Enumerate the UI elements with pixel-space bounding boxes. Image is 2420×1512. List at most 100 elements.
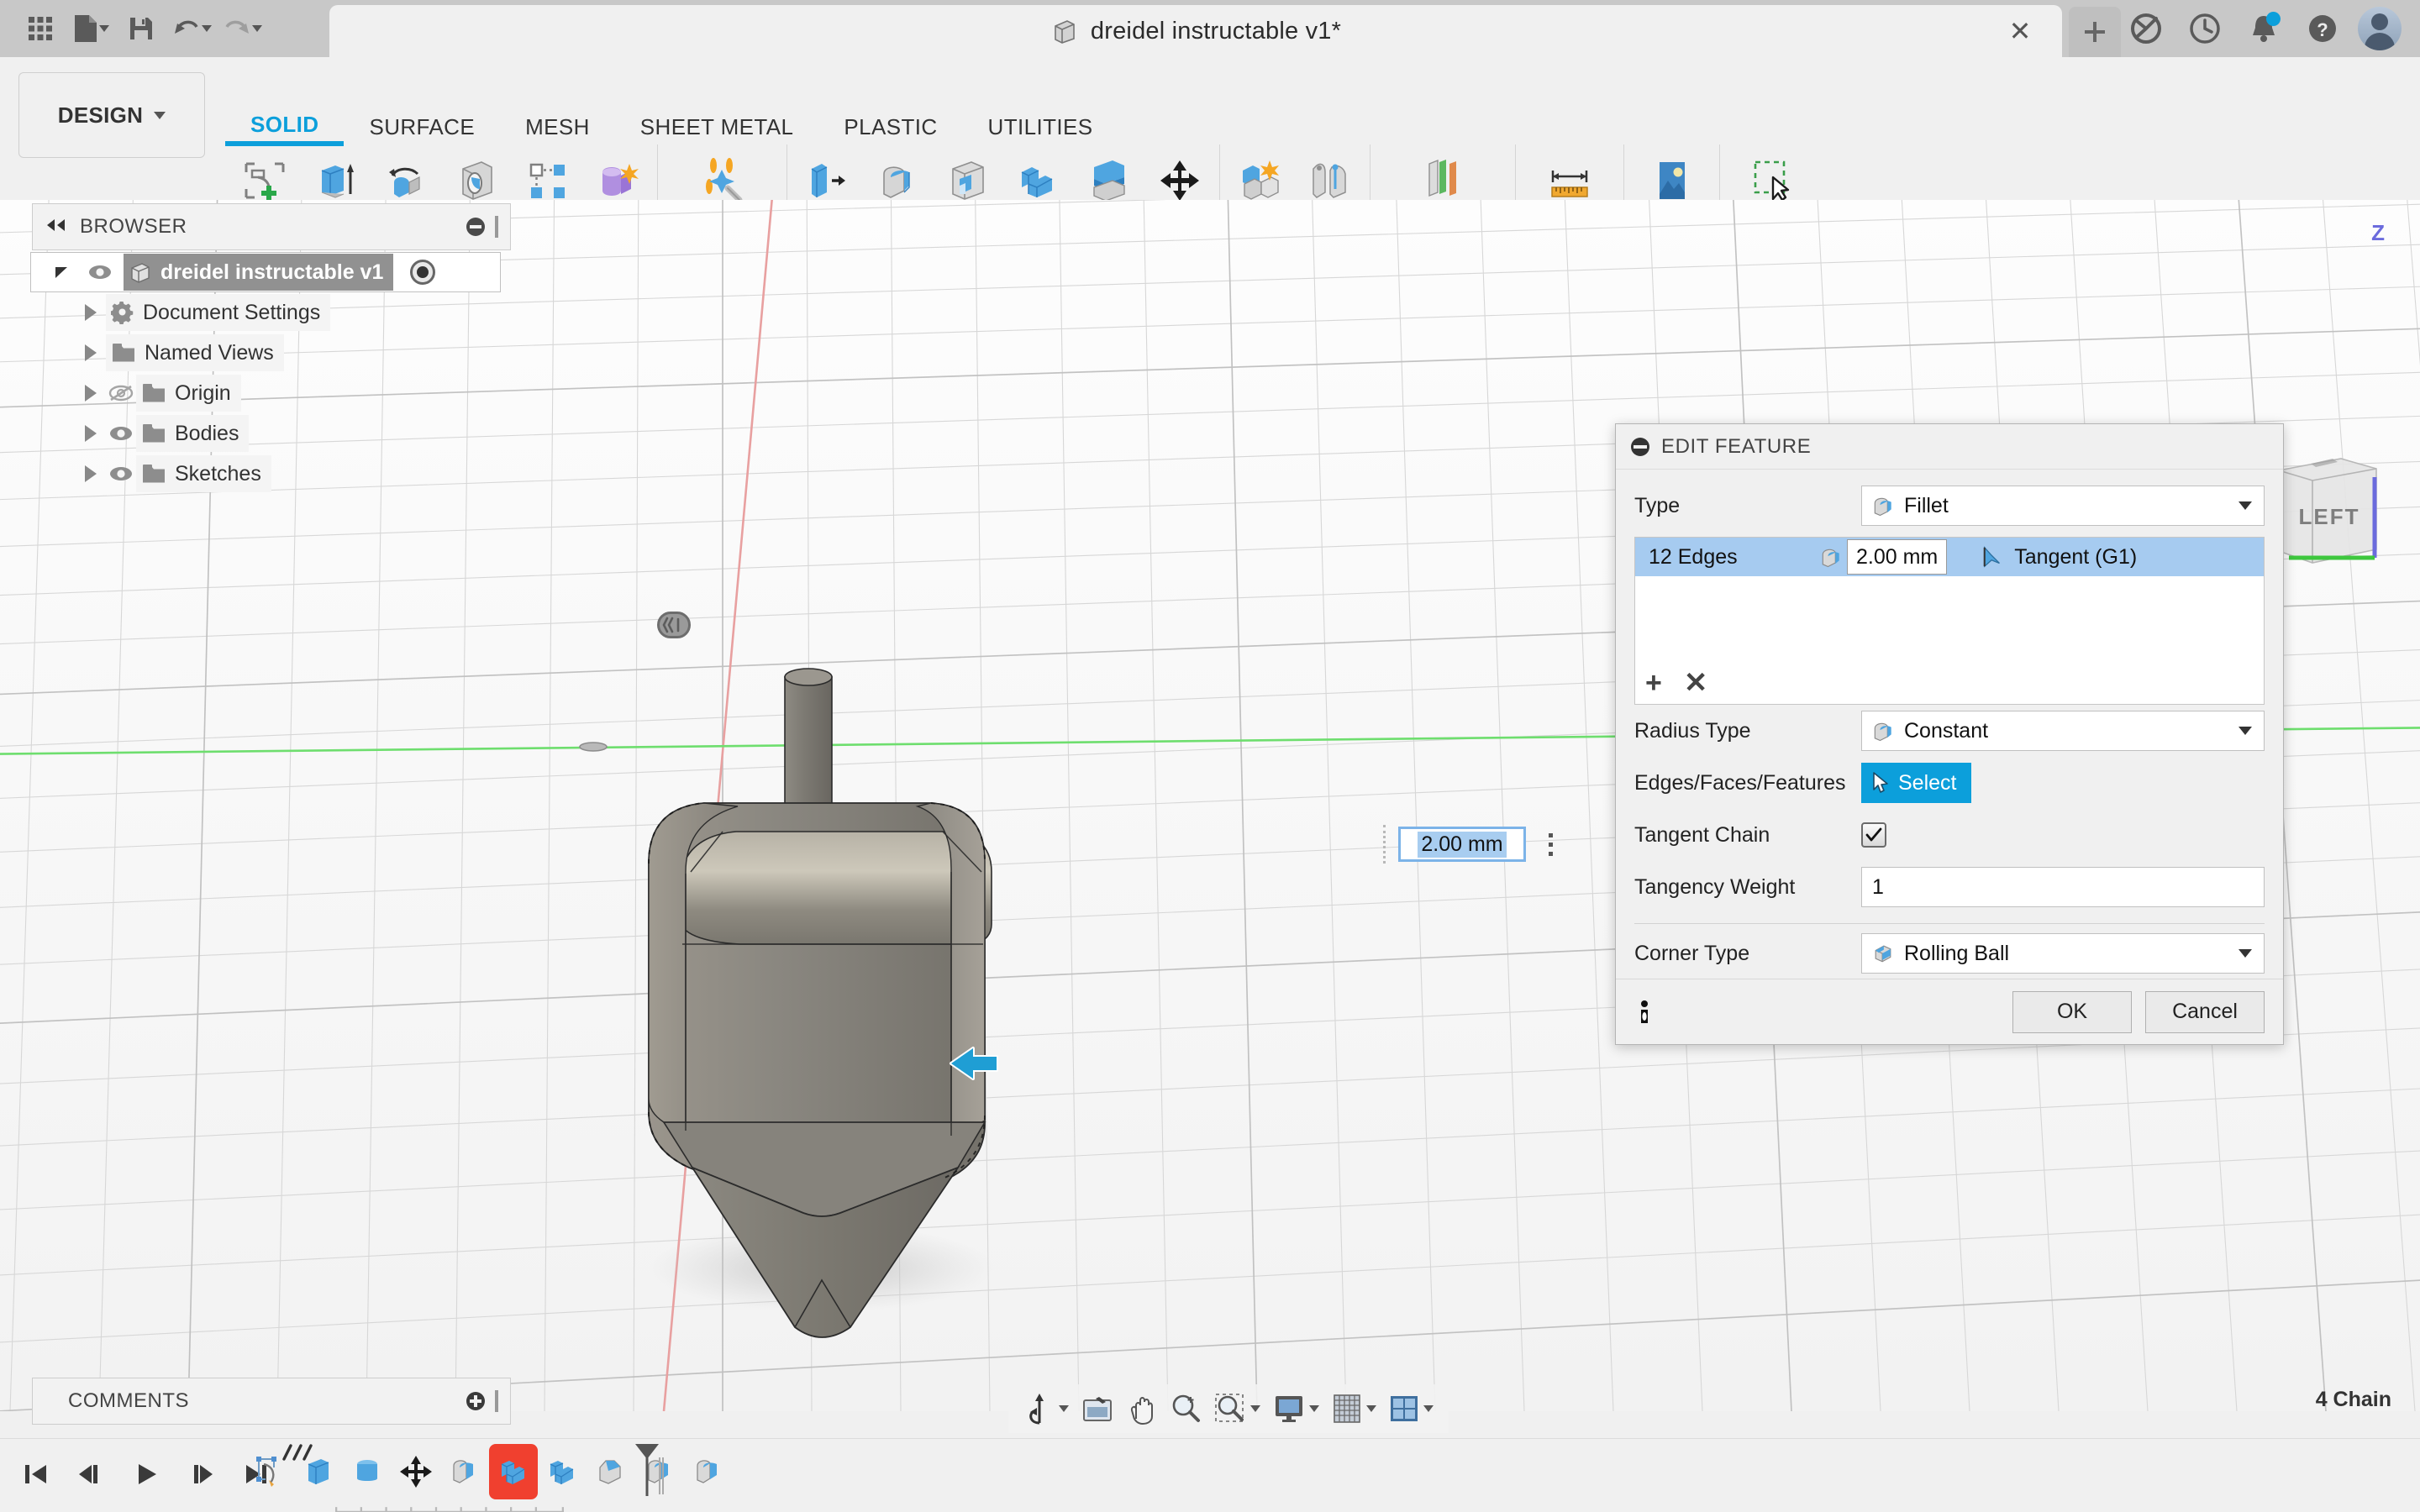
close-icon[interactable]: ✕ bbox=[2002, 13, 2039, 50]
browser-item-named-views[interactable]: Named Views bbox=[30, 333, 501, 373]
origin-point bbox=[579, 742, 608, 752]
corner-type-dropdown[interactable]: Rolling Ball bbox=[1861, 933, 2265, 974]
chevron-down-icon bbox=[201, 25, 212, 32]
pan-icon[interactable] bbox=[1121, 1387, 1163, 1431]
tab-solid[interactable]: SOLID bbox=[225, 108, 345, 146]
browser-item-label: Origin bbox=[175, 381, 231, 405]
chevrons-left-icon[interactable] bbox=[45, 218, 66, 237]
edge-selection-list[interactable]: 12 Edges 2.00 mm Tangent (G1) + ✕ bbox=[1634, 537, 2265, 705]
orbit-icon[interactable] bbox=[1018, 1387, 1074, 1431]
type-dropdown[interactable]: Fillet bbox=[1861, 486, 2265, 526]
ok-button[interactable]: OK bbox=[2012, 990, 2132, 1033]
visibility-eye-icon[interactable] bbox=[106, 465, 136, 482]
dimension-handle[interactable] bbox=[1544, 827, 1556, 862]
expand-arrow-document-settings[interactable] bbox=[76, 304, 106, 321]
tab-plastic[interactable]: PLASTIC bbox=[818, 108, 962, 146]
edge-list-row[interactable]: 12 Edges 2.00 mm Tangent (G1) bbox=[1635, 538, 2264, 576]
timeline-resize-grip[interactable] bbox=[659, 1457, 664, 1494]
dialog-collapse-icon[interactable] bbox=[1631, 437, 1649, 456]
browser-item-bodies[interactable]: Bodies bbox=[30, 413, 501, 454]
redo-icon[interactable] bbox=[218, 5, 266, 52]
timeline-move[interactable] bbox=[392, 1444, 440, 1499]
add-selection-button[interactable]: + bbox=[1645, 669, 1662, 697]
edge-radius-input[interactable]: 2.00 mm bbox=[1847, 539, 1948, 575]
tab-utilities[interactable]: UTILITIES bbox=[963, 108, 1118, 146]
workspace-switcher[interactable]: DESIGN bbox=[18, 72, 205, 158]
visibility-eye-off-icon[interactable] bbox=[106, 384, 136, 402]
status-badge: 4 Chain bbox=[2315, 1388, 2391, 1411]
timeline-fillet-3[interactable] bbox=[684, 1444, 733, 1499]
extensions-icon[interactable] bbox=[2123, 5, 2170, 52]
edge-continuity[interactable]: Tangent (G1) bbox=[1981, 545, 2137, 570]
timeline-sketch[interactable] bbox=[245, 1444, 294, 1499]
browser-item-root[interactable]: dreidel instructable v1 bbox=[30, 252, 501, 292]
info-icon[interactable] bbox=[1634, 999, 1655, 1026]
timeline-extrude[interactable] bbox=[294, 1444, 343, 1499]
minimize-icon[interactable] bbox=[466, 218, 485, 236]
tangency-weight-input[interactable]: 1 bbox=[1861, 867, 2265, 907]
timeline-fillet-1[interactable] bbox=[440, 1444, 489, 1499]
activate-component-radio[interactable] bbox=[410, 260, 436, 285]
cursor-icon bbox=[1873, 772, 1888, 793]
apps-grid-icon[interactable] bbox=[17, 5, 64, 52]
add-comment-icon[interactable] bbox=[466, 1392, 485, 1410]
file-icon[interactable] bbox=[67, 5, 114, 52]
dimension-value: 2.00 mm bbox=[1418, 831, 1507, 858]
radius-type-dropdown[interactable]: Constant bbox=[1861, 711, 2265, 751]
ribbon: DESIGN SOLID SURFACE MESH SHEET METAL PL… bbox=[0, 57, 2420, 240]
panel-resize-grip[interactable] bbox=[495, 1390, 498, 1412]
zoom-icon[interactable] bbox=[1165, 1387, 1207, 1431]
panel-resize-grip[interactable] bbox=[495, 216, 498, 238]
account-avatar[interactable] bbox=[2358, 7, 2402, 50]
document-tab[interactable]: dreidel instructable v1* ✕ bbox=[329, 5, 2062, 57]
grid-snaps-icon[interactable] bbox=[1326, 1387, 1381, 1431]
field-radius-type-label: Radius Type bbox=[1634, 718, 1751, 743]
undo-icon[interactable] bbox=[168, 5, 215, 52]
job-status-icon[interactable] bbox=[2181, 5, 2228, 52]
dimension-input[interactable]: 2.00 mm bbox=[1398, 827, 1526, 862]
timeline-combine-2[interactable] bbox=[538, 1444, 587, 1499]
model-marker-badge[interactable] bbox=[657, 612, 691, 638]
browser-item-sketches[interactable]: Sketches bbox=[30, 454, 501, 494]
remove-selection-button[interactable]: ✕ bbox=[1684, 669, 1708, 697]
play-button[interactable] bbox=[123, 1449, 170, 1499]
help-icon[interactable]: ? bbox=[2299, 5, 2346, 52]
tab-sheet-metal[interactable]: SHEET METAL bbox=[615, 108, 819, 146]
expand-arrow-bodies[interactable] bbox=[76, 425, 106, 442]
tab-surface[interactable]: SURFACE bbox=[344, 108, 500, 146]
visibility-eye-icon[interactable] bbox=[106, 425, 136, 442]
expand-arrow-origin[interactable] bbox=[76, 385, 106, 402]
expand-arrow-named-views[interactable] bbox=[76, 344, 106, 361]
expand-arrow-sketches[interactable] bbox=[76, 465, 106, 482]
view-cube: LEFT bbox=[2278, 458, 2377, 564]
zoom-window-icon[interactable] bbox=[1208, 1387, 1265, 1431]
field-edges-label: Edges/Faces/Features bbox=[1634, 770, 1846, 795]
timeline-combine[interactable] bbox=[489, 1444, 538, 1499]
cancel-button[interactable]: Cancel bbox=[2145, 990, 2265, 1033]
tab-mesh[interactable]: MESH bbox=[500, 108, 615, 146]
timeline-revolve[interactable] bbox=[343, 1444, 392, 1499]
browser-item-document-settings[interactable]: Document Settings bbox=[30, 292, 501, 333]
chevron-down-icon bbox=[1059, 1405, 1069, 1412]
edge-continuity-value: Tangent (G1) bbox=[2014, 544, 2138, 569]
select-button[interactable]: Select bbox=[1861, 763, 1972, 803]
new-tab-button[interactable] bbox=[2069, 7, 2121, 57]
step-forward-button[interactable] bbox=[178, 1449, 225, 1499]
viewports-icon[interactable] bbox=[1383, 1387, 1439, 1431]
browser-item-origin[interactable]: Origin bbox=[30, 373, 501, 413]
step-back-button[interactable] bbox=[67, 1449, 114, 1499]
display-settings-icon[interactable] bbox=[1267, 1387, 1324, 1431]
look-at-icon[interactable] bbox=[1076, 1387, 1119, 1431]
expand-arrow-root[interactable] bbox=[46, 264, 76, 281]
tangent-chain-checkbox[interactable] bbox=[1861, 822, 1886, 848]
edit-feature-dialog: EDIT FEATURE Type Fillet 12 Edges 2.00 m… bbox=[1615, 423, 2284, 1045]
visibility-eye-icon[interactable] bbox=[85, 264, 115, 281]
notifications-icon[interactable] bbox=[2240, 5, 2287, 52]
comments-header: COMMENTS bbox=[32, 1378, 511, 1425]
body-icon bbox=[1055, 20, 1075, 44]
dialog-header[interactable]: EDIT FEATURE bbox=[1616, 424, 2283, 470]
edge-list-actions: + ✕ bbox=[1645, 669, 1707, 697]
timeline-chamfer[interactable] bbox=[587, 1444, 635, 1499]
save-icon[interactable] bbox=[118, 5, 165, 52]
go-to-beginning-button[interactable] bbox=[12, 1449, 59, 1499]
